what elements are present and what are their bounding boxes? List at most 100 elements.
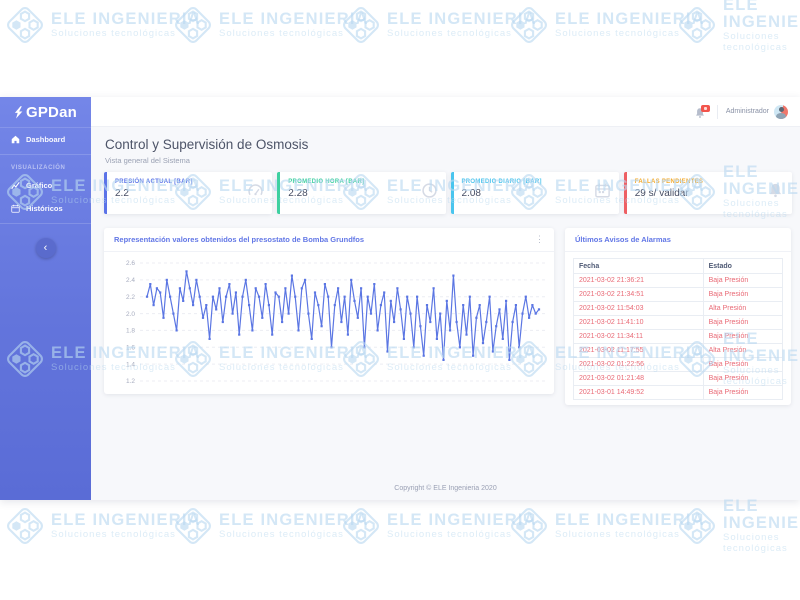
watermark-tile: ELE INGENIERIASoluciones tecnológicas <box>508 4 705 46</box>
alarm-row: 2021-03-02 01:21:48Baja Presión <box>574 372 783 386</box>
alarms-panel-header: Últimos Avisos de Alarmas <box>565 228 791 252</box>
watermark-logo-icon <box>340 4 382 46</box>
watermark-text: ELE INGENIERIASoluciones tecnológicas <box>51 512 201 540</box>
sidebar-divider <box>0 154 91 155</box>
alarm-fecha: 2021-03-02 21:36:21 <box>574 274 704 288</box>
page-subtitle: Vista general del Sistema <box>105 156 786 165</box>
stat-card-value: 2.08 <box>462 188 611 199</box>
chart-panel-header: Representación valores obtenidos del pre… <box>104 228 554 252</box>
svg-text:1.8: 1.8 <box>126 328 135 335</box>
watermark-logo-icon <box>508 505 550 547</box>
topbar: Administrador <box>91 97 800 127</box>
watermark-tile: ELE INGENIERIASoluciones tecnológicas <box>4 4 201 46</box>
watermark-logo-icon <box>172 4 214 46</box>
watermark-tile: ELE INGENIERIASoluciones tecnológicas <box>172 4 369 46</box>
alarm-fecha: 2021-03-02 11:41:10 <box>574 316 704 330</box>
brand-bolt-icon <box>14 106 23 119</box>
stat-card-label: PROMEDIO DIARIO [BAR] <box>462 179 611 185</box>
stat-card: PRESIÓN ACTUAL [BAR] 2.2 <box>104 172 272 214</box>
alarm-estado: Baja Presión <box>703 288 782 302</box>
stat-card-label: FALLAS PENDIENTES <box>635 179 784 185</box>
alarm-estado: Baja Presión <box>703 274 782 288</box>
watermark-tile: ELE INGENIERIASoluciones tecnológicas <box>340 4 537 46</box>
notifications-button[interactable] <box>694 105 709 119</box>
line-chart-icon <box>11 181 20 190</box>
clock-icon <box>421 182 438 204</box>
watermark-tile: ELE INGENIERIASoluciones tecnológicas <box>340 505 537 547</box>
chevron-left-icon: ‹ <box>44 242 48 254</box>
svg-text:2.4: 2.4 <box>126 277 135 284</box>
page-head: Control y Supervisión de Osmosis Vista g… <box>91 127 800 165</box>
stat-card-value: 29 s/ validar <box>635 188 784 199</box>
watermark-text: ELE INGENIERIASoluciones tecnológicas <box>219 11 369 39</box>
calendar-icon <box>11 204 20 213</box>
alarms-panel: Últimos Avisos de Alarmas FechaEstado202… <box>565 228 791 405</box>
watermark-tile: ELE INGENIERIASoluciones tecnológicas <box>508 505 705 547</box>
svg-text:2.2: 2.2 <box>126 294 135 301</box>
app-window: GPDan Dashboard VISUALIZACIÓN Gráfico <box>0 97 800 500</box>
brand-name: GPDan <box>26 104 77 121</box>
watermark-tile: ELE INGENIERIASoluciones tecnológicas <box>676 4 800 46</box>
stat-card-value: 2.2 <box>115 188 264 199</box>
watermark-logo-icon <box>4 4 46 46</box>
alarm-fecha: 2021-03-02 21:34:51 <box>574 288 704 302</box>
svg-text:2.0: 2.0 <box>126 311 135 318</box>
alarms-panel-title: Últimos Avisos de Alarmas <box>575 235 671 244</box>
alarm-fecha: 2021-03-02 11:54:03 <box>574 302 704 316</box>
sidebar-collapse-button[interactable]: ‹ <box>36 238 56 258</box>
stat-card-value: 2.28 <box>288 188 437 199</box>
sidebar-section-label: VISUALIZACIÓN <box>0 158 91 174</box>
watermark-text: ELE INGENIERIASoluciones tecnológicas <box>555 11 705 39</box>
brand[interactable]: GPDan <box>0 97 91 128</box>
chart-panel: Representación valores obtenidos del pre… <box>104 228 554 394</box>
gauge-icon <box>247 182 264 204</box>
home-icon <box>11 135 20 144</box>
alarm-row: 2021-03-01 14:49:52Baja Presión <box>574 386 783 400</box>
sidebar-item-grafico[interactable]: Gráfico <box>0 174 91 197</box>
alarm-estado: Baja Presión <box>703 358 782 372</box>
alarms-table: FechaEstado2021-03-02 21:36:21Baja Presi… <box>573 258 783 400</box>
chart-body: 2.62.42.22.01.81.61.41.2 <box>104 252 554 391</box>
watermark-text: ELE INGENIERIASoluciones tecnológicas <box>219 512 369 540</box>
sidebar: GPDan Dashboard VISUALIZACIÓN Gráfico <box>0 97 91 500</box>
footer-copyright: Copyright © ELE Ingenieria 2020 <box>91 485 800 492</box>
sidebar-item-label: Dashboard <box>26 135 65 144</box>
sidebar-item-label: Gráfico <box>26 181 52 190</box>
page-title: Control y Supervisión de Osmosis <box>105 137 786 152</box>
notification-badge <box>701 105 710 112</box>
alarm-estado: Alta Presión <box>703 344 782 358</box>
watermark-text: ELE INGENIERIASoluciones tecnológicas <box>51 11 201 39</box>
watermark-logo-icon <box>4 505 46 547</box>
watermark-logo-icon <box>508 4 550 46</box>
kebab-menu-icon[interactable]: ⋮ <box>535 235 544 244</box>
watermark-logo-icon <box>676 505 718 547</box>
calendar-icon <box>594 182 611 204</box>
user-menu[interactable]: Administrador <box>726 105 788 119</box>
user-name: Administrador <box>726 108 769 115</box>
stat-card: PROMEDIO DIARIO [BAR] 2.08 <box>451 172 619 214</box>
alarms-body: FechaEstado2021-03-02 21:36:21Baja Presi… <box>565 252 791 406</box>
alarm-row: 2021-03-02 21:36:21Baja Presión <box>574 274 783 288</box>
alarm-estado: Baja Presión <box>703 372 782 386</box>
watermark-tile: ELE INGENIERIASoluciones tecnológicas <box>172 505 369 547</box>
avatar <box>774 105 788 119</box>
svg-text:2.6: 2.6 <box>126 260 135 267</box>
dashboard-screenshot: GPDan Dashboard VISUALIZACIÓN Gráfico <box>0 0 800 600</box>
stat-card: FALLAS PENDIENTES 29 s/ validar <box>624 172 792 214</box>
sidebar-item-historicos[interactable]: Históricos <box>0 197 91 220</box>
svg-text:1.4: 1.4 <box>126 361 135 368</box>
alarm-row: 2021-03-02 21:34:51Baja Presión <box>574 288 783 302</box>
svg-text:1.6: 1.6 <box>126 344 135 351</box>
alarm-estado: Baja Presión <box>703 316 782 330</box>
watermark-logo-icon <box>340 505 382 547</box>
watermark-tile: ELE INGENIERIASoluciones tecnológicas <box>676 505 800 547</box>
sidebar-item-label: Históricos <box>26 204 63 213</box>
topbar-divider <box>717 105 718 119</box>
sidebar-item-dashboard[interactable]: Dashboard <box>0 128 91 151</box>
stat-card-label: PRESIÓN ACTUAL [BAR] <box>115 179 264 185</box>
alarm-fecha: 2021-03-02 11:17:55 <box>574 344 704 358</box>
stat-card-label: PROMEDIO HORA [BAR] <box>288 179 437 185</box>
alarm-estado: Baja Presión <box>703 330 782 344</box>
alarm-fecha: 2021-03-01 14:49:52 <box>574 386 704 400</box>
watermark-text: ELE INGENIERIASoluciones tecnológicas <box>723 498 800 555</box>
